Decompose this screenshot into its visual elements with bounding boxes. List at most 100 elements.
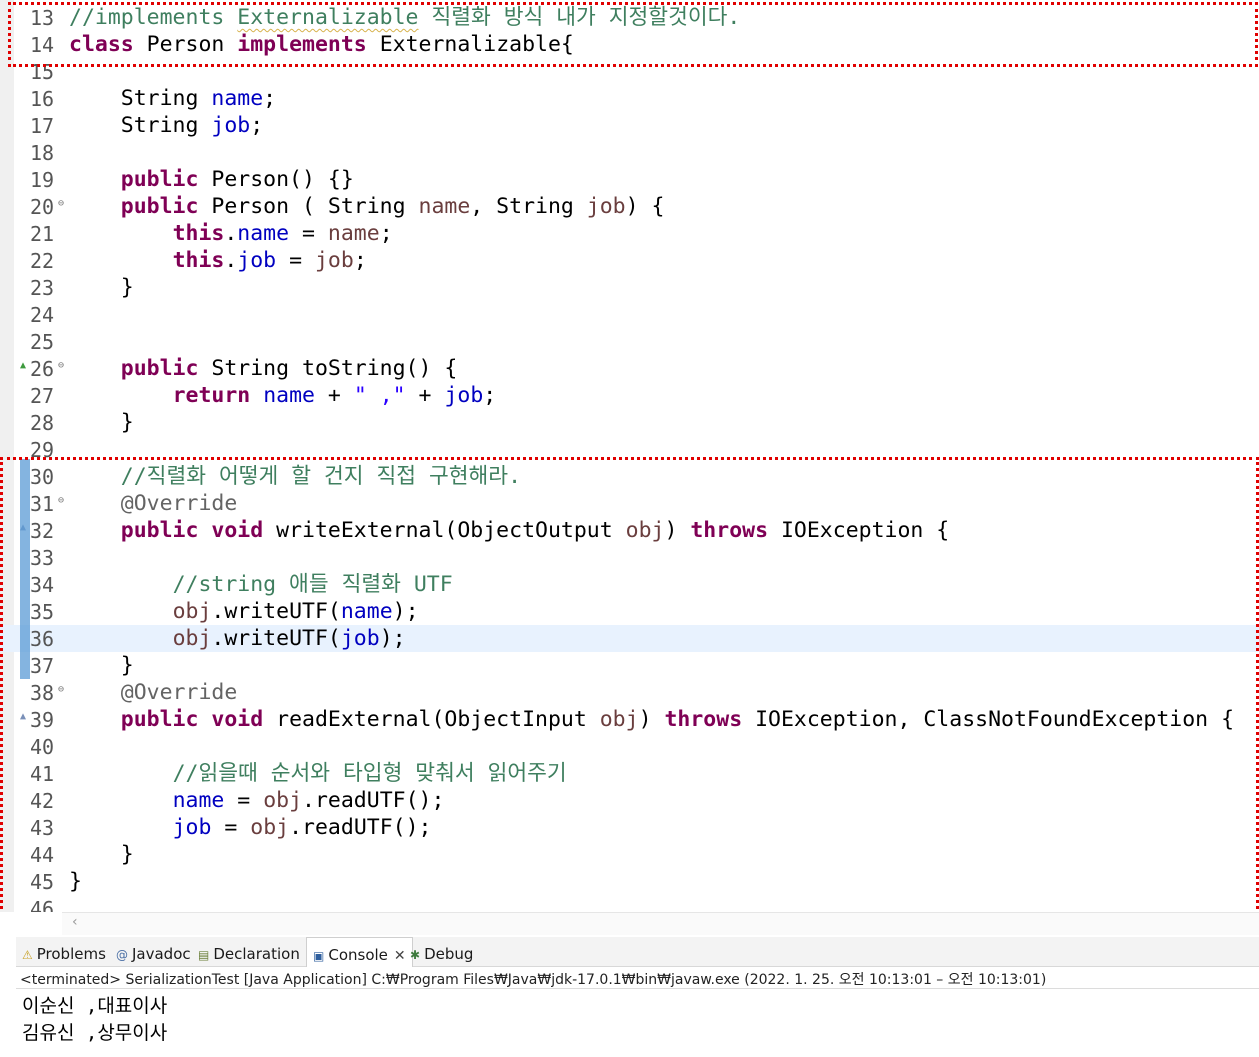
code-line-36[interactable]: 36 obj.writeUTF(job);: [0, 625, 1259, 652]
close-icon[interactable]: ✕: [394, 948, 406, 964]
fold-toggle-icon[interactable]: ⊖: [58, 685, 64, 695]
editor-horizontal-scrollbar[interactable]: ‹: [62, 912, 1259, 935]
code-token: +: [405, 383, 445, 408]
code-line-15[interactable]: 15: [0, 58, 1259, 85]
code-token: @Override: [120, 491, 238, 516]
code-editor[interactable]: 13 //implements Externalizable 직렬화 방식 내가 …: [0, 0, 1259, 912]
code-line-18[interactable]: 18: [0, 139, 1259, 166]
code-token: =: [224, 788, 264, 813]
code-line-40[interactable]: 40: [0, 733, 1259, 760]
code-token: " ,": [353, 383, 406, 408]
code-line-34[interactable]: 34 //string 애들 직렬화 UTF: [0, 571, 1259, 598]
code-line-19[interactable]: 19 public Person() {}: [0, 166, 1259, 193]
code-text[interactable]: obj.writeUTF(job);: [69, 627, 406, 651]
code-text[interactable]: this.name = name;: [69, 222, 393, 246]
fold-toggle-icon[interactable]: ⊖: [58, 361, 64, 371]
code-line-21[interactable]: 21 this.name = name;: [0, 220, 1259, 247]
code-text[interactable]: }: [69, 654, 134, 678]
code-line-20[interactable]: 20 ⊖ public Person ( String name, String …: [0, 193, 1259, 220]
code-text[interactable]: job = obj.readUTF();: [69, 816, 432, 840]
code-line-16[interactable]: 16 String name;: [0, 85, 1259, 112]
code-line-35[interactable]: 35 obj.writeUTF(name);: [0, 598, 1259, 625]
code-line-43[interactable]: 43 job = obj.readUTF();: [0, 814, 1259, 841]
code-text[interactable]: //직렬화 어떻게 할 건지 직접 구현해라.: [69, 465, 521, 489]
tab-problems[interactable]: ⚠ Problems: [22, 937, 106, 966]
code-text[interactable]: String name;: [69, 87, 276, 111]
code-line-41[interactable]: 41 //읽을때 순서와 타입형 맞춰서 읽어주기: [0, 760, 1259, 787]
code-text[interactable]: public Person ( String name, String job)…: [69, 194, 665, 219]
code-line-46[interactable]: 46: [0, 895, 1259, 912]
tab-console[interactable]: ▣ Console ✕: [306, 937, 413, 967]
line-number: 44: [30, 843, 55, 867]
code-text[interactable]: name = obj.readUTF();: [69, 788, 445, 813]
code-token: void: [211, 707, 264, 732]
code-text[interactable]: }: [69, 411, 134, 435]
code-line-23[interactable]: 23 }: [0, 274, 1259, 301]
code-line-39[interactable]: 39 ▲ public void readExternal(ObjectInput…: [0, 706, 1259, 733]
code-text[interactable]: public void writeExternal(ObjectOutput o…: [69, 519, 949, 543]
code-text[interactable]: @Override: [69, 491, 238, 516]
code-token: void: [211, 518, 264, 543]
code-token: name: [418, 194, 471, 219]
tab-declaration[interactable]: ▤ Declaration: [198, 937, 300, 966]
code-token: =: [276, 248, 315, 273]
code-text[interactable]: return name + " ," + job;: [69, 383, 497, 408]
code-text[interactable]: obj.writeUTF(name);: [69, 600, 419, 624]
code-line-31[interactable]: 31 ⊖ @Override: [0, 490, 1259, 517]
code-token: writeExternal(ObjectOutput: [263, 518, 626, 543]
tab-label: Declaration: [213, 945, 300, 963]
code-text[interactable]: }: [69, 870, 82, 894]
code-token: ;: [263, 86, 277, 111]
override-marker-icon[interactable]: ▲: [20, 361, 26, 371]
line-number: 42: [30, 789, 55, 813]
code-line-28[interactable]: 28 }: [0, 409, 1259, 436]
code-text[interactable]: public Person() {}: [69, 168, 354, 192]
code-line-33[interactable]: 33: [0, 544, 1259, 571]
line-number: 19: [30, 168, 55, 192]
code-token: //implements: [69, 5, 238, 30]
code-line-25[interactable]: 25: [0, 328, 1259, 355]
code-text[interactable]: class Person implements Externalizable{: [69, 33, 574, 57]
code-text[interactable]: String job;: [69, 114, 263, 138]
fold-toggle-icon[interactable]: ⊖: [58, 496, 64, 506]
code-line-32[interactable]: 32▲ public void writeExternal(ObjectOutp…: [0, 517, 1259, 544]
code-token: Person: [133, 32, 238, 57]
code-text[interactable]: //읽을때 순서와 타입형 맞춰서 읽어주기: [69, 762, 567, 786]
code-token: 직렬화 방식 내가 지정할것이다.: [418, 5, 741, 30]
scroll-left-icon[interactable]: ‹: [72, 914, 78, 930]
code-line-17[interactable]: 17 String job;: [0, 112, 1259, 139]
code-line-38[interactable]: 38 ⊖ @Override: [0, 679, 1259, 706]
code-token: public: [120, 518, 199, 543]
code-text[interactable]: public String toString() {: [69, 357, 458, 381]
code-line-30[interactable]: 30 //직렬화 어떻게 할 건지 직접 구현해라.: [0, 463, 1259, 490]
code-line-45[interactable]: 45}: [0, 868, 1259, 895]
code-line-26[interactable]: 26 ⊖ ▲ public String toString() {: [0, 355, 1259, 382]
code-token: //직렬화 어떻게 할 건지 직접 구현해라.: [120, 464, 522, 489]
tab-javadoc[interactable]: @ Javadoc: [116, 937, 191, 966]
code-line-37[interactable]: 37 }: [0, 652, 1259, 679]
code-text[interactable]: this.job = job;: [69, 249, 367, 273]
debug-icon: ✱: [410, 948, 421, 962]
code-token: .writeUTF(: [211, 599, 341, 624]
code-line-24[interactable]: 24: [0, 301, 1259, 328]
code-token: .: [224, 248, 238, 273]
code-token: String: [69, 86, 212, 111]
code-line-14[interactable]: 14 class Person implements Externalizable…: [0, 31, 1259, 58]
code-line-13[interactable]: 13 //implements Externalizable 직렬화 방식 내가 …: [0, 4, 1259, 31]
code-text[interactable]: }: [69, 276, 134, 300]
code-line-27[interactable]: 27 return name + " ," + job;: [0, 382, 1259, 409]
implements-marker-icon[interactable]: ▲: [20, 712, 26, 722]
code-text[interactable]: }: [69, 843, 134, 867]
code-text[interactable]: public void readExternal(ObjectInput obj…: [69, 708, 1234, 732]
code-text[interactable]: @Override: [69, 680, 238, 705]
code-text[interactable]: //string 애들 직렬화 UTF: [69, 573, 453, 597]
fold-toggle-icon[interactable]: ⊖: [58, 199, 64, 209]
code-line-44[interactable]: 44 }: [0, 841, 1259, 868]
code-text[interactable]: //implements Externalizable 직렬화 방식 내가 지정…: [69, 6, 740, 30]
code-line-22[interactable]: 22 this.job = job;: [0, 247, 1259, 274]
tab-debug[interactable]: ✱ Debug: [410, 937, 473, 966]
code-line-29[interactable]: 29: [0, 436, 1259, 463]
code-line-42[interactable]: 42 name = obj.readUTF();: [0, 787, 1259, 814]
